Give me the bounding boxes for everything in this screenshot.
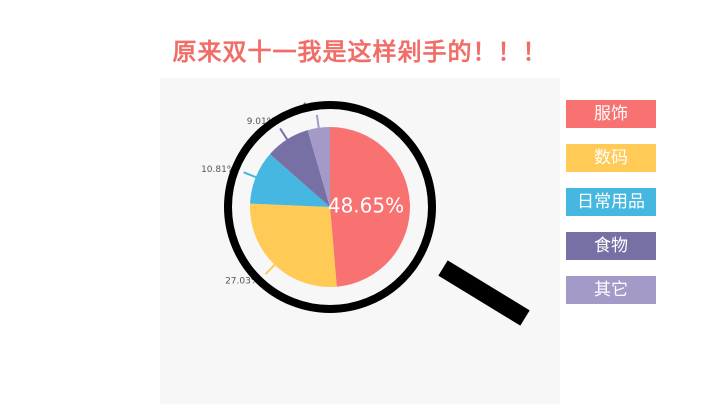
legend-item-0: 服饰 [566, 100, 656, 128]
chart-legend: 服饰数码日常用品食物其它 [566, 100, 656, 320]
pie-leader-3 [279, 127, 291, 144]
pie-slice-1 [249, 203, 337, 287]
pie-label-0: 48.65% [328, 194, 404, 218]
magnifier-handle [438, 260, 530, 326]
pie-leader-1 [264, 261, 279, 275]
legend-item-1: 数码 [566, 144, 656, 172]
legend-item-2: 日常用品 [566, 188, 656, 216]
legend-item-3: 食物 [566, 232, 656, 260]
legend-item-4: 其它 [566, 276, 656, 304]
